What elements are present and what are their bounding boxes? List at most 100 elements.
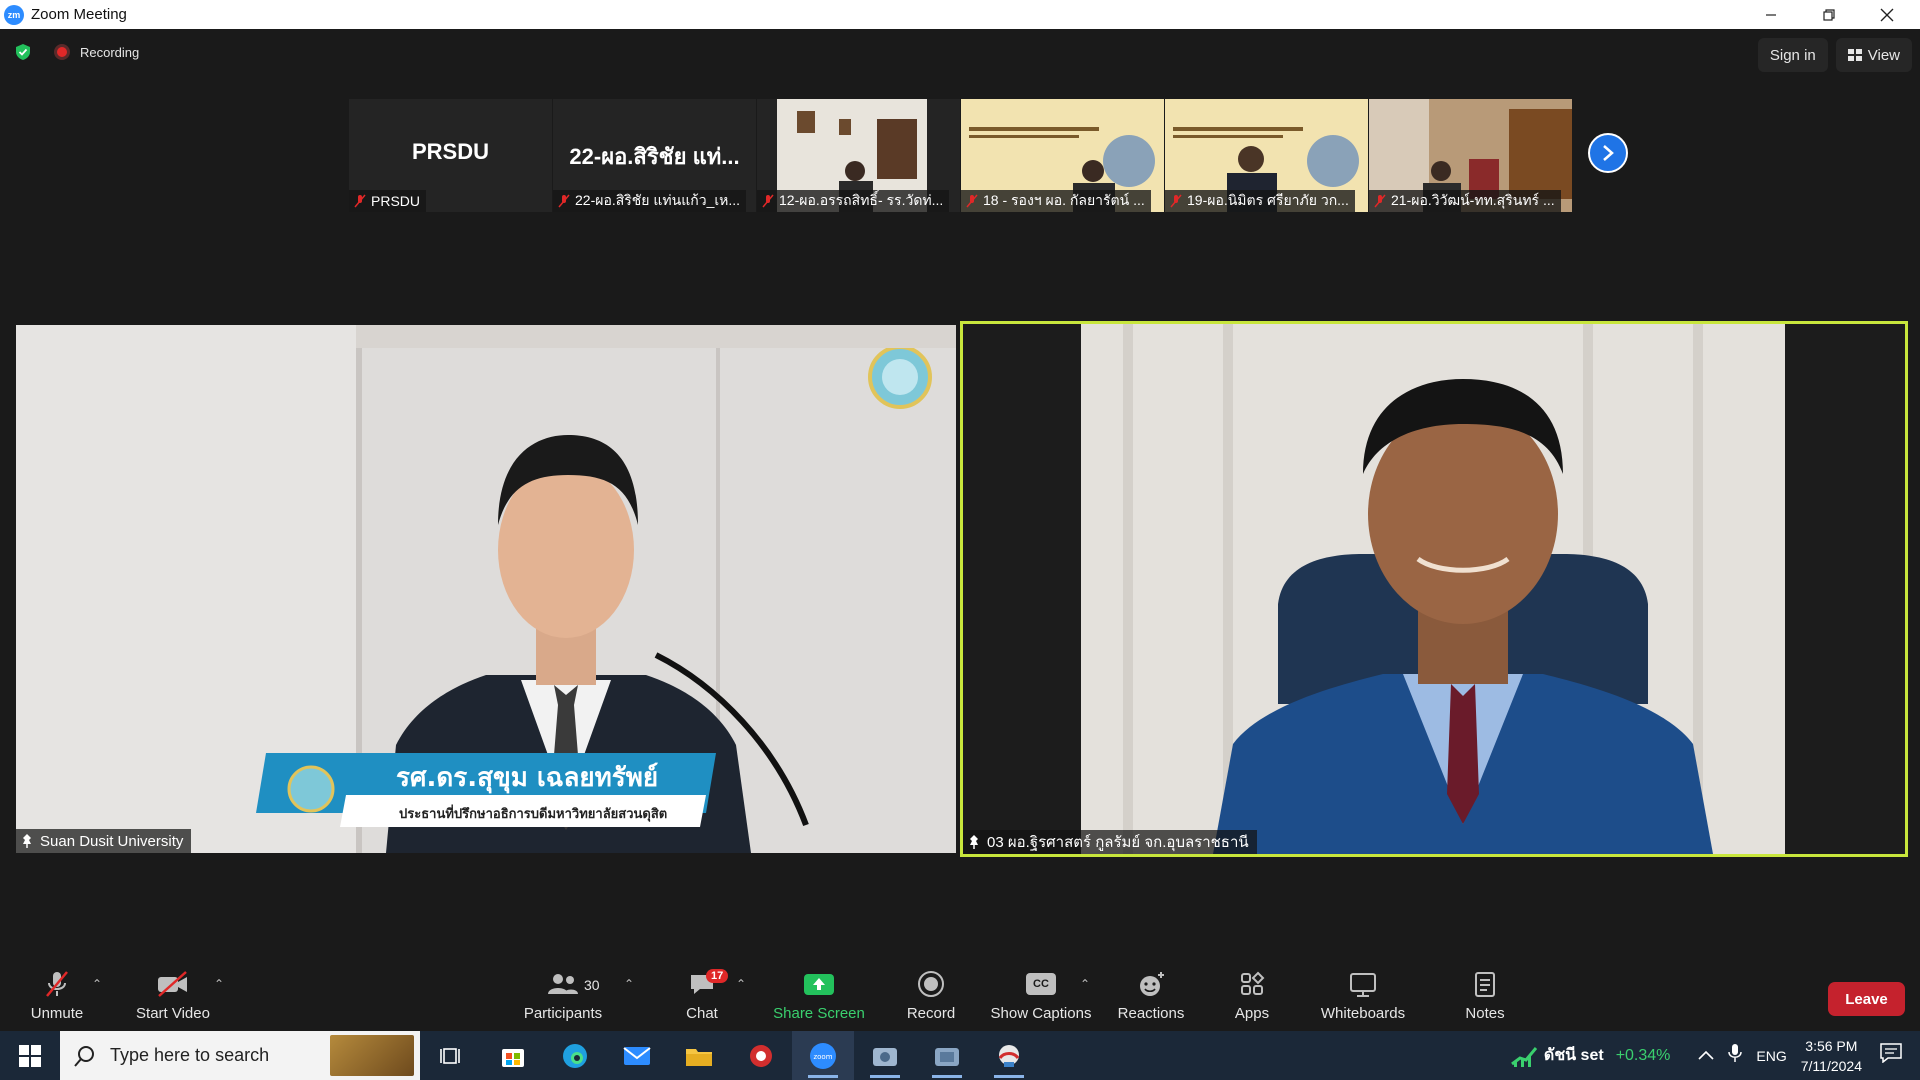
taskbar-search-box[interactable]: Type here to search [60,1031,420,1080]
record-label: Record [906,1005,956,1022]
participant-strip: PRSDU PRSDU 22-ผอ.สิริชัย แท่... 22-ผอ.ส… [349,99,1572,212]
speaker-video: รศ.ดร.สุขุม เฉลยทรัพย์ ประธานที่ปรึกษาอธ… [16,325,956,853]
participant-thumbnail[interactable]: 22-ผอ.สิริชัย แท่... 22-ผอ.สิริชัย แท่นแ… [553,99,756,212]
participant-label: 18 - รองฯ ผอ. กัลยารัตน์ ... [961,190,1151,212]
reactions-icon [1140,972,1164,996]
show-captions-label: Show Captions [990,1005,1092,1022]
participant-thumbnail[interactable]: 12-ผอ.อรรถสิทธิ์- รร.วัดท่... [757,99,960,212]
reactions-button[interactable]: Reactions [1116,965,1186,1031]
participant-name-label: 03 ผอ.ฐิรศาสตร์ กูลรัมย์ จก.อุบลราชธานี [963,830,1257,854]
captions-options-caret[interactable]: ⌃ [1080,977,1090,991]
task-view-button[interactable] [420,1031,482,1080]
chat-unread-badge: 17 [706,969,729,983]
notes-icon [1475,972,1495,997]
participant-name-display: PRSDU [411,139,489,164]
unmute-button[interactable]: Unmute [26,965,88,1031]
participant-label-text: 18 - รองฯ ผอ. กัลยารัตน์ ... [983,192,1145,208]
participant-name-text: Suan Dusit University [40,832,184,850]
meeting-toolbar: Unmute ⌃ Start Video ⌃ Participants 30 ⌃… [0,965,1920,1031]
banner-title: ประธานที่ปรึกษาอธิการบดีมหาวิทยาลัยสวนดุ… [399,804,667,822]
video-options-caret[interactable]: ⌃ [214,977,224,991]
search-placeholder: Type here to search [110,1045,270,1065]
start-video-label: Start Video [136,1005,210,1022]
close-icon[interactable] [1858,0,1916,29]
sign-in-button[interactable]: Sign in [1757,38,1828,72]
window-title: Zoom Meeting [31,6,127,23]
task-view-icon [440,1047,460,1064]
minimize-icon[interactable] [1742,0,1800,29]
taskbar-app-window-1[interactable] [854,1031,916,1080]
taskbar-app-store[interactable] [482,1031,544,1080]
share-screen-icon [804,974,834,995]
next-page-button[interactable] [1588,133,1628,173]
apps-label: Apps [1234,1005,1270,1022]
microphone-icon[interactable] [1728,1043,1743,1068]
clock-time: 3:56 PM [1805,1037,1858,1054]
meeting-area: Recording Sign in View PRSDU PRSDU 22-ผอ… [0,29,1920,1031]
restore-icon[interactable] [1800,0,1858,29]
notes-button[interactable]: Notes [1462,965,1508,1031]
chevron-right-icon [1603,145,1614,161]
taskbar-app-window-3[interactable] [978,1031,1040,1080]
taskbar-app-edge[interactable] [544,1031,606,1080]
participant-label-text: 19-ผอ.นิมิตร ศรียาภัย วก... [1187,192,1349,208]
taskbar-app-red[interactable] [730,1031,792,1080]
participants-options-caret[interactable]: ⌃ [624,977,634,991]
video-tile-active-speaker[interactable]: 03 ผอ.ฐิรศาสตร์ กูลรัมย์ จก.อุบลราชธานี [960,321,1908,857]
notifications-icon[interactable] [1880,1043,1902,1068]
running-app-indicator [994,1075,1024,1078]
whiteboard-icon [1350,973,1376,997]
clock-date: 7/11/2024 [1800,1057,1862,1074]
window-titlebar: zm Zoom Meeting [0,0,1920,29]
app-window-icon [873,1047,897,1066]
view-label: View [1867,46,1900,64]
taskbar-app-mail[interactable] [606,1031,668,1080]
taskbar-app-zoom[interactable]: zoom [792,1031,854,1080]
participant-name-text: 03 ผอ.ฐิรศาสตร์ กูลรัมย์ จก.อุบลราชธานี [987,834,1249,851]
sign-in-label: Sign in [1769,46,1816,64]
notes-label: Notes [1465,1005,1505,1022]
participants-icon [548,974,578,994]
os-taskbar: Type here to search zoom ดัชนี set +0.34… [0,1031,1920,1080]
start-video-button[interactable]: Start Video [133,965,213,1031]
taskbar-app-window-2[interactable] [916,1031,978,1080]
grid-view-icon [1847,49,1862,61]
mail-icon [623,1046,651,1065]
app-window-icon [935,1047,959,1066]
system-tray: ดัชนี set +0.34% ENG 3:56 PM 7/11/2024 [1510,1031,1920,1080]
share-screen-button[interactable]: Share Screen [772,965,866,1031]
input-language[interactable]: ENG [1756,1048,1786,1064]
active-app-indicator [808,1075,838,1078]
video-off-icon [158,971,187,997]
view-button[interactable]: View [1835,38,1912,72]
participant-thumbnail[interactable]: 18 - รองฯ ผอ. กัลยารัตน์ ... [961,99,1164,212]
participant-label-text: 12-ผอ.อรรถสิทธิ์- รร.วัดท่... [779,192,944,208]
tray-overflow-icon[interactable] [1698,1047,1714,1065]
recording-icon [54,44,70,60]
app-window-icon [998,1044,1020,1067]
participant-label-text: 22-ผอ.สิริชัย แท่นแก้ว_เห... [575,192,741,208]
whiteboards-button[interactable]: Whiteboards [1316,965,1410,1031]
record-button[interactable]: Record [900,965,962,1031]
participant-label: 21-ผอ.วิวัฒน์-ทท.สุรินทร์ ... [1369,190,1561,212]
leave-button[interactable]: Leave [1828,982,1905,1016]
participant-label: 12-ผอ.อรรถสิทธิ์- รร.วัดท่... [757,190,950,212]
participant-thumbnail[interactable]: PRSDU PRSDU [349,99,552,212]
participant-thumbnail[interactable]: 19-ผอ.นิมิตร ศรียาภัย วก... [1165,99,1368,212]
chat-options-caret[interactable]: ⌃ [736,977,746,991]
participant-thumbnail[interactable]: 21-ผอ.วิวัฒน์-ทท.สุรินทร์ ... [1369,99,1572,212]
video-tile-left[interactable]: รศ.ดร.สุขุม เฉลยทรัพย์ ประธานที่ปรึกษาอธ… [16,325,956,853]
start-button[interactable] [0,1031,60,1080]
encryption-shield-icon[interactable] [14,43,32,61]
taskbar-app-file-explorer[interactable] [668,1031,730,1080]
show-captions-button[interactable]: CC Show Captions [988,965,1094,1031]
participants-button[interactable]: Participants [520,965,606,1031]
stock-widget-name[interactable]: ดัชนี set [1544,1043,1604,1068]
apps-icon [1241,971,1265,995]
apps-button[interactable]: Apps [1232,965,1272,1031]
taskbar-clock[interactable]: 3:56 PM 7/11/2024 [1801,1036,1862,1076]
reactions-label: Reactions [1117,1005,1185,1022]
audio-options-caret[interactable]: ⌃ [92,977,102,991]
app-red-icon [750,1044,772,1067]
windows-logo-icon [19,1044,41,1067]
